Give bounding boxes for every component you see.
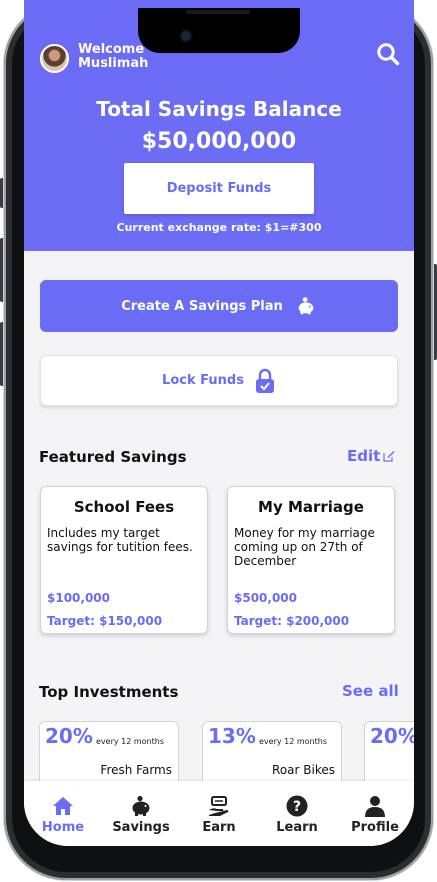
investment-name: Fresh Farms bbox=[100, 763, 172, 777]
phone-notch bbox=[138, 8, 300, 53]
nav-item-profile[interactable]: Profile bbox=[336, 781, 414, 846]
lock-funds-label: Lock Funds bbox=[162, 373, 244, 388]
deposit-funds-button[interactable]: Deposit Funds bbox=[124, 163, 314, 214]
phone-speaker bbox=[186, 10, 250, 14]
featured-card-school-fees[interactable]: School Fees Includes my target savings f… bbox=[40, 486, 208, 634]
investment-period: every 12 months bbox=[259, 737, 327, 746]
see-all-investments-link[interactable]: See all bbox=[342, 682, 399, 700]
search-icon[interactable] bbox=[376, 42, 400, 66]
welcome-username: Muslimah bbox=[78, 56, 149, 71]
welcome-text: Welcome Muslimah bbox=[78, 43, 148, 71]
welcome-greeting: Welcome bbox=[78, 42, 145, 57]
nav-label-home: Home bbox=[41, 820, 85, 835]
create-savings-plan-button[interactable]: Create A Savings Plan bbox=[40, 280, 398, 332]
featured-card-amount: $500,000 bbox=[234, 591, 298, 605]
balance-title: Total Savings Balance bbox=[96, 97, 342, 121]
edit-label: Edit bbox=[347, 447, 381, 465]
nav-label-savings: Savings bbox=[112, 820, 170, 835]
investment-period: every 12 months bbox=[96, 737, 164, 746]
create-savings-plan-label: Create A Savings Plan bbox=[121, 298, 283, 314]
piggy-bank-icon bbox=[298, 297, 314, 315]
svg-text:?: ? bbox=[293, 799, 301, 815]
featured-card-target: Target: $150,000 bbox=[47, 614, 163, 628]
user-icon bbox=[365, 796, 385, 817]
exchange-rate-text: Current exchange rate: $1=#300 bbox=[116, 221, 322, 234]
investment-percent: 20% bbox=[45, 724, 93, 748]
question-icon: ? bbox=[286, 795, 308, 817]
earn-hand-icon bbox=[209, 796, 229, 816]
home-icon bbox=[53, 797, 73, 815]
edit-featured-link[interactable]: Edit bbox=[347, 447, 395, 465]
nav-label-profile: Profile bbox=[351, 820, 399, 835]
nav-item-savings[interactable]: Savings bbox=[102, 781, 180, 846]
nav-item-earn[interactable]: Earn bbox=[180, 781, 258, 846]
app-screen: Welcome Muslimah Total Savings Balance $… bbox=[24, 0, 414, 846]
balance-amount: $50,000,000 bbox=[141, 129, 297, 154]
featured-card-description: Includes my target savings for tutition … bbox=[47, 526, 193, 554]
featured-card-amount: $100,000 bbox=[47, 591, 111, 605]
featured-card-title: School Fees bbox=[73, 498, 175, 516]
featured-card-title: My Marriage bbox=[258, 498, 364, 516]
edit-icon bbox=[383, 451, 395, 462]
lock-funds-button[interactable]: Lock Funds bbox=[40, 355, 398, 406]
nav-label-learn: Learn bbox=[276, 820, 318, 835]
featured-savings-title: Featured Savings bbox=[39, 448, 187, 466]
nav-label-earn: Earn bbox=[202, 820, 236, 835]
featured-card-description: Money for my marriage coming up on 27th … bbox=[234, 526, 375, 568]
piggy-bank-icon bbox=[132, 795, 150, 816]
front-camera-icon bbox=[181, 31, 191, 41]
lock-check-icon bbox=[255, 368, 274, 393]
avatar[interactable] bbox=[40, 44, 69, 73]
bottom-nav: Home Savings Earn ? Learn Profile bbox=[24, 781, 414, 846]
top-investments-title: Top Investments bbox=[39, 683, 179, 701]
nav-item-learn[interactable]: ? Learn bbox=[258, 781, 336, 846]
investment-name: Roar Bikes bbox=[272, 763, 335, 777]
investment-percent: 13% bbox=[208, 724, 256, 748]
featured-card-target: Target: $200,000 bbox=[234, 614, 350, 628]
investment-percent: 20% bbox=[370, 724, 414, 748]
featured-card-my-marriage[interactable]: My Marriage Money for my marriage coming… bbox=[227, 486, 395, 634]
nav-item-home[interactable]: Home bbox=[24, 781, 102, 846]
